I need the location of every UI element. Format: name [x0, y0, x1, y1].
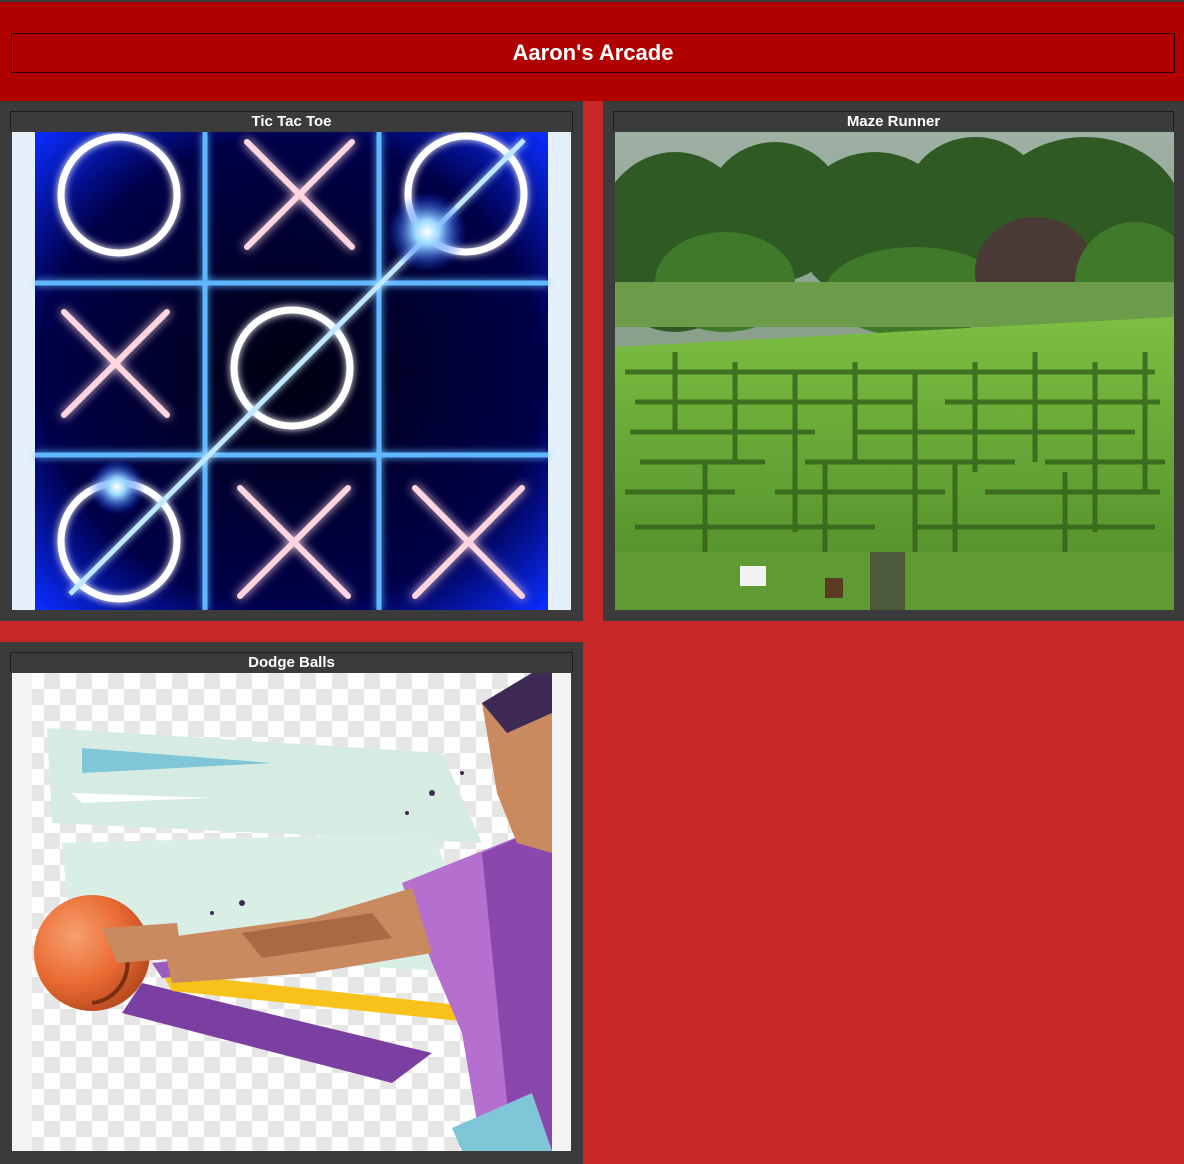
game-title: Dodge Balls: [10, 652, 573, 672]
game-title: Tic Tac Toe: [10, 111, 573, 131]
tic-tac-toe-image[interactable]: [12, 132, 571, 610]
game-card-tic-tac-toe[interactable]: Tic Tac Toe: [0, 101, 583, 621]
game-card-dodge-balls[interactable]: Dodge Balls: [0, 642, 583, 1164]
game-card-maze-runner[interactable]: Maze Runner: [603, 101, 1184, 621]
maze-runner-image[interactable]: [615, 132, 1174, 610]
site-header: Aaron's Arcade: [0, 0, 1184, 101]
game-title: Maze Runner: [613, 111, 1174, 131]
dodge-balls-image[interactable]: [12, 673, 571, 1151]
site-title: Aaron's Arcade: [11, 33, 1175, 73]
